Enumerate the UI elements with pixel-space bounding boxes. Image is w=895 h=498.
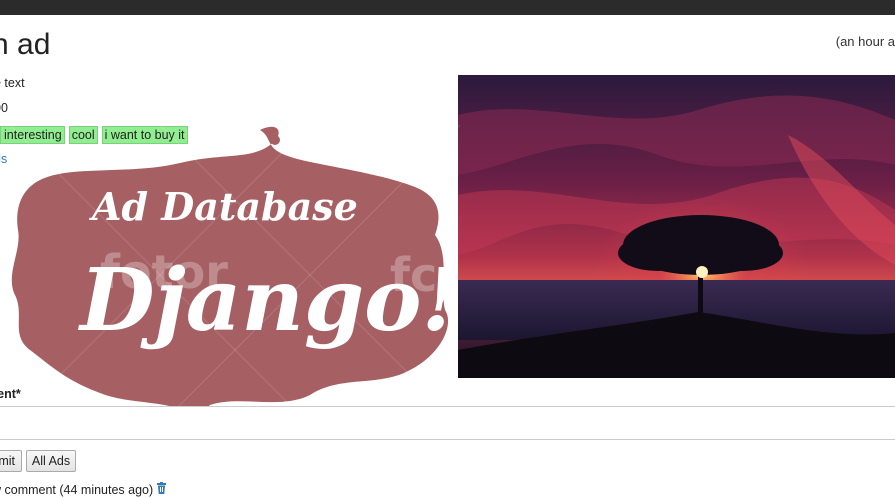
comment-input[interactable]	[0, 406, 895, 440]
watermark-right: fc	[390, 248, 438, 302]
comment-entry: w comment (44 minutes ago)	[0, 482, 167, 497]
ad-photo	[458, 75, 895, 378]
tag-want-to-buy[interactable]: i want to buy it	[101, 126, 188, 144]
brush-splash-shape	[11, 126, 449, 419]
ad-price: 00	[0, 101, 8, 115]
tag-list: interesting cool i want to buy it	[0, 126, 188, 144]
trash-icon[interactable]	[156, 482, 167, 497]
watermark-left: fotor	[100, 245, 228, 299]
all-ads-button[interactable]: All Ads	[26, 450, 76, 472]
comment-label: ment*	[0, 387, 21, 401]
ad-text: e text	[0, 76, 25, 90]
ad-timestamp: (an hour a	[835, 34, 895, 49]
comment-entry-text: w comment (44 minutes ago)	[0, 482, 154, 497]
submit-button[interactable]: mit	[0, 450, 22, 472]
tag-cool[interactable]: cool	[68, 126, 98, 144]
overlay-title: Ad Database	[89, 184, 358, 229]
tag-interesting[interactable]: interesting	[0, 126, 65, 144]
ads-link[interactable]: ds	[0, 152, 7, 166]
page-title: n ad	[0, 28, 51, 61]
top-navbar	[0, 0, 895, 15]
